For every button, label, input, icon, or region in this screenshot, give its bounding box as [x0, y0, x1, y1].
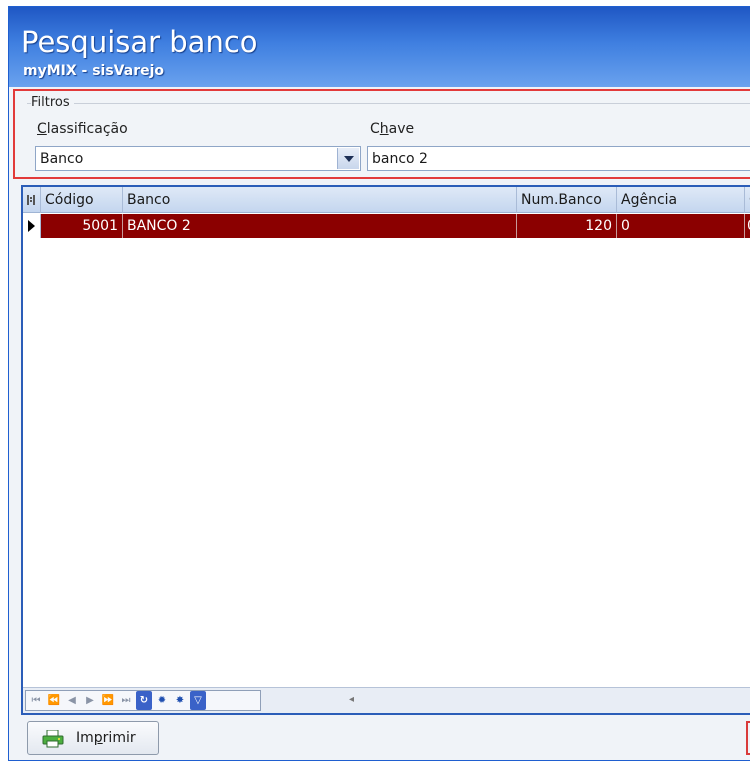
- results-grid[interactable]: Código Banco Num.Banco Agência C 5001 BA…: [21, 185, 750, 715]
- chave-label: Chave: [370, 121, 415, 137]
- funnel-icon[interactable]: ▽: [190, 691, 206, 710]
- first-record-icon[interactable]: ⏮: [28, 691, 44, 710]
- chevron-down-icon: [344, 156, 354, 162]
- next-record-icon[interactable]: ▶: [82, 691, 98, 710]
- current-row-arrow-icon: [28, 220, 35, 232]
- chave-input[interactable]: [368, 147, 750, 170]
- filter-star-icon[interactable]: ✹: [154, 691, 170, 710]
- chave-input-box[interactable]: [367, 146, 750, 171]
- cell-banco[interactable]: BANCO 2: [123, 214, 517, 238]
- prior-page-icon[interactable]: ⏪: [46, 691, 62, 710]
- filters-legend: Filtros: [31, 95, 74, 110]
- classificacao-dropdown[interactable]: Banco: [35, 146, 361, 171]
- cell-num-banco[interactable]: 120: [517, 214, 617, 238]
- column-header-extra[interactable]: C: [745, 187, 750, 213]
- navigator-buttons: ⏮ ⏪ ◀ ▶ ⏩ ⏭ ↻ ✹ ✸ ▽: [25, 690, 261, 711]
- search-bank-window: Pesquisar banco myMIX - sisVarejo Filtro…: [8, 6, 750, 761]
- filters-divider: [27, 103, 750, 104]
- column-header-agencia[interactable]: Agência: [617, 187, 745, 213]
- title-bar: Pesquisar banco myMIX - sisVarejo: [9, 7, 750, 87]
- grid-header: Código Banco Num.Banco Agência C: [23, 187, 750, 213]
- scroll-left-icon[interactable]: ◂: [349, 694, 354, 705]
- grid-options-icon: [27, 195, 35, 205]
- print-button-label: Imprimir: [76, 730, 136, 746]
- clear-filter-icon[interactable]: ✸: [172, 691, 188, 710]
- cell-extra[interactable]: 0: [745, 214, 750, 238]
- grid-navigator: ⏮ ⏪ ◀ ▶ ⏩ ⏭ ↻ ✹ ✸ ▽ ◂: [23, 687, 750, 713]
- row-indicator: [23, 214, 41, 238]
- last-record-icon[interactable]: ⏭: [118, 691, 134, 710]
- classificacao-value: Banco: [40, 151, 84, 167]
- next-page-icon[interactable]: ⏩: [100, 691, 116, 710]
- column-header-banco[interactable]: Banco: [123, 187, 517, 213]
- table-row[interactable]: 5001 BANCO 2 120 0 0: [23, 214, 750, 238]
- filters-panel: Filtros Classificação Chave Banco: [13, 89, 750, 179]
- prior-record-icon[interactable]: ◀: [64, 691, 80, 710]
- cut-off-button[interactable]: [746, 721, 750, 755]
- refresh-icon[interactable]: ↻: [136, 691, 152, 710]
- cell-agencia[interactable]: 0: [617, 214, 745, 238]
- classificacao-label: Classificação: [37, 121, 128, 137]
- column-header-num-banco[interactable]: Num.Banco: [517, 187, 617, 213]
- dropdown-button[interactable]: [337, 148, 359, 169]
- column-header-codigo[interactable]: Código: [41, 187, 123, 213]
- cell-codigo[interactable]: 5001: [41, 214, 123, 238]
- column-indicator-header[interactable]: [23, 187, 41, 213]
- printer-icon: [42, 730, 64, 748]
- print-button[interactable]: Imprimir: [27, 721, 159, 755]
- window-subtitle: myMIX - sisVarejo: [23, 63, 165, 79]
- window-title: Pesquisar banco: [21, 25, 258, 59]
